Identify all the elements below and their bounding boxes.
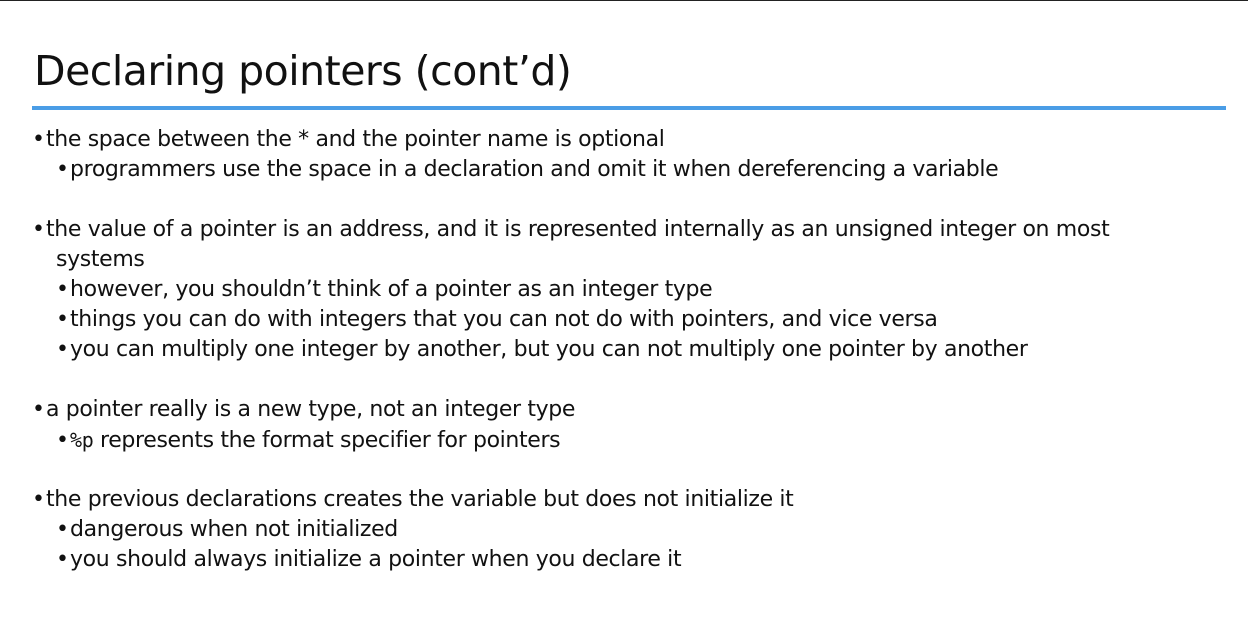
sub-bullet-item: •things you can do with integers that yo… [32,305,1222,335]
bullet-dot: • [32,217,45,242]
bullet-continuation: systems [32,245,1222,275]
bullet-text: dangerous when not initialized [70,517,398,542]
bullet-text: the space between the * and the pointer … [46,127,665,152]
bullet-list: •the space between the * and the pointer… [32,125,1222,575]
bullet-dot: • [56,517,69,542]
bullet-item: •the value of a pointer is an address, a… [32,215,1222,245]
bullet-text: the value of a pointer is an address, an… [46,217,1110,242]
bullet-dot: • [56,157,69,182]
bullet-item: •the previous declarations creates the v… [32,485,1222,515]
format-specifier-code: %p [70,428,94,452]
sub-bullet-item: •you should always initialize a pointer … [32,545,1222,575]
sub-bullet-item: •programmers use the space in a declarat… [32,155,1222,185]
slide-title: Declaring pointers (cont’d) [34,47,572,95]
slide-body: •the space between the * and the pointer… [32,125,1222,575]
bullet-text: represents the format specifier for poin… [93,428,561,453]
bullet-dot: • [56,337,69,362]
bullet-text: things you can do with integers that you… [70,307,938,332]
bullet-dot: • [32,487,45,512]
title-underline [32,106,1226,110]
bullet-dot: • [32,397,45,422]
sub-bullet-item: •you can multiply one integer by another… [32,335,1222,365]
bullet-dot: • [56,428,69,453]
sub-bullet-item: •however, you shouldn’t think of a point… [32,275,1222,305]
bullet-text: the previous declarations creates the va… [46,487,794,512]
bullet-text: a pointer really is a new type, not an i… [46,397,576,422]
sub-bullet-item: •dangerous when not initialized [32,515,1222,545]
bullet-text: programmers use the space in a declarati… [70,157,999,182]
bullet-dot: • [56,307,69,332]
sub-bullet-item: •%p represents the format specifier for … [32,425,1222,455]
top-border [0,0,1248,1]
bullet-item: •a pointer really is a new type, not an … [32,395,1222,425]
bullet-text: you can multiply one integer by another,… [70,337,1028,362]
bullet-dot: • [56,547,69,572]
bullet-dot: • [32,127,45,152]
bullet-text: you should always initialize a pointer w… [70,547,682,572]
bullet-item: •the space between the * and the pointer… [32,125,1222,155]
bullet-dot: • [56,277,69,302]
bullet-text: systems [56,247,145,272]
bullet-text: however, you shouldn’t think of a pointe… [70,277,713,302]
